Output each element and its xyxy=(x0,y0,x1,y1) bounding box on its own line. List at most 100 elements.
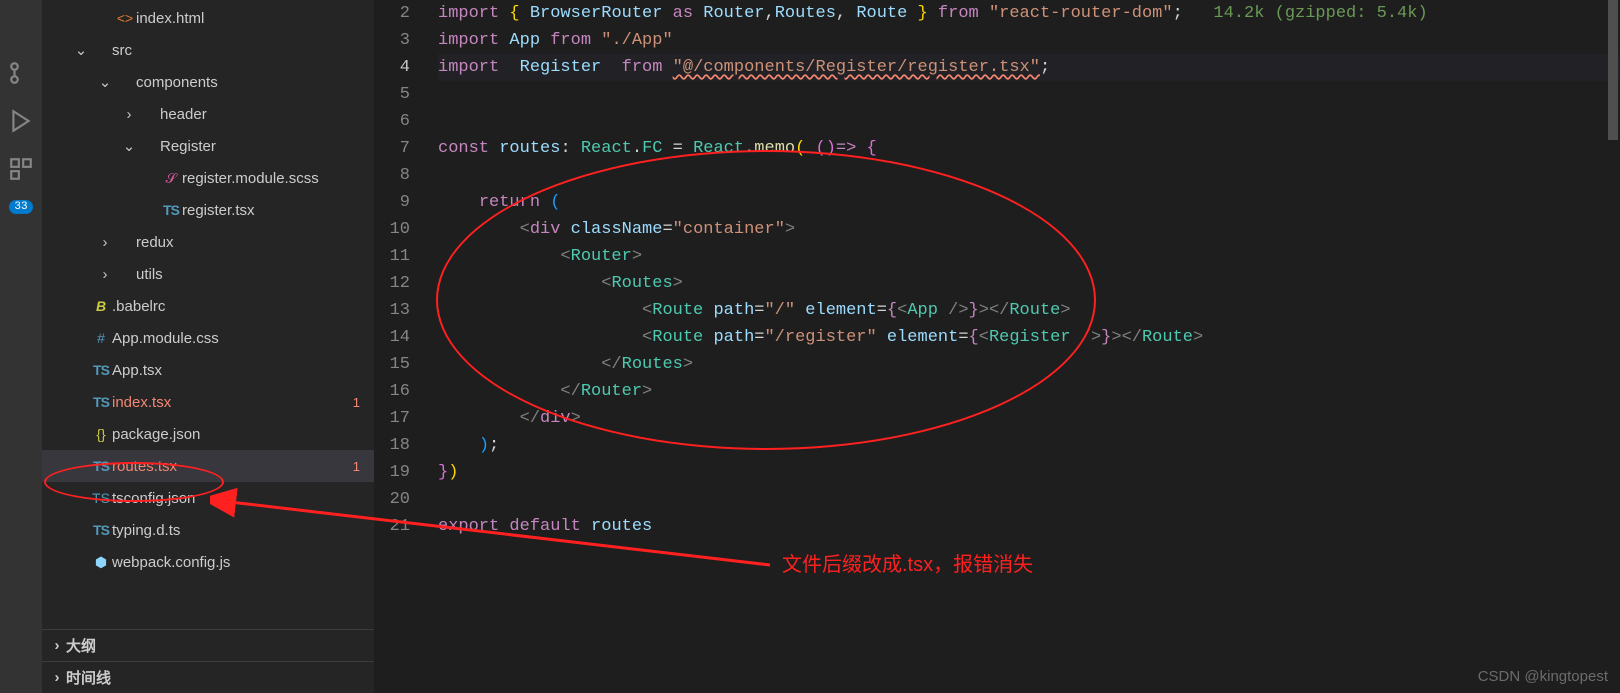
tree-item-label: redux xyxy=(136,234,374,251)
chevron-icon: ⌄ xyxy=(120,137,138,155)
code-line[interactable]: const routes: React.FC = React.memo( ()=… xyxy=(438,135,1620,162)
tree-item--babelrc[interactable]: B.babelrc xyxy=(42,290,374,322)
tree-item-label: App.tsx xyxy=(112,362,374,379)
scrollbar-thumb[interactable] xyxy=(1608,0,1618,140)
file-icon: B xyxy=(90,298,112,314)
tree-item-utils[interactable]: ›utils xyxy=(42,258,374,290)
code-line[interactable]: <Route path="/register" element={<Regist… xyxy=(438,324,1620,351)
tree-item-typing-d-ts[interactable]: TStyping.d.ts xyxy=(42,514,374,546)
activity-badge: 33 xyxy=(9,200,32,214)
file-icon: ⬢ xyxy=(90,554,112,571)
tree-item-label: src xyxy=(112,42,374,59)
code-line[interactable]: import App from "./App" xyxy=(438,27,1620,54)
file-icon: TS xyxy=(160,202,182,218)
chevron-icon: ⌄ xyxy=(96,73,114,91)
tree-item-label: typing.d.ts xyxy=(112,522,374,539)
code-line[interactable]: }) xyxy=(438,459,1620,486)
code-line[interactable]: <div className="container"> xyxy=(438,216,1620,243)
code-line[interactable] xyxy=(438,486,1620,513)
tree-item-label: Register xyxy=(160,138,374,155)
code-content[interactable]: import { BrowserRouter as Router,Routes,… xyxy=(438,0,1620,540)
code-line[interactable]: </Router> xyxy=(438,378,1620,405)
source-control-icon[interactable] xyxy=(8,60,34,86)
tree-item-label: routes.tsx xyxy=(112,458,353,475)
code-line[interactable]: import { BrowserRouter as Router,Routes,… xyxy=(438,0,1620,27)
line-number: 7 xyxy=(374,135,410,162)
tree-item-label: register.module.scss xyxy=(182,170,374,187)
file-icon: TS xyxy=(90,394,112,410)
file-tree[interactable]: <>index.html⌄src⌄components›header⌄Regis… xyxy=(42,0,374,629)
file-icon: # xyxy=(90,330,112,346)
tree-item-app-tsx[interactable]: TSApp.tsx xyxy=(42,354,374,386)
tree-item-redux[interactable]: › redux xyxy=(42,226,374,258)
tree-item-webpack-config-js[interactable]: ⬢webpack.config.js xyxy=(42,546,374,578)
debug-icon[interactable] xyxy=(8,108,34,134)
tree-item-components[interactable]: ⌄components xyxy=(42,66,374,98)
line-number: 14 xyxy=(374,324,410,351)
tree-item-register-tsx[interactable]: TSregister.tsx xyxy=(42,194,374,226)
line-number: 11 xyxy=(374,243,410,270)
problem-count: 1 xyxy=(353,459,374,474)
line-number: 12 xyxy=(374,270,410,297)
tree-item-label: package.json xyxy=(112,426,374,443)
tree-item-label: tsconfig.json xyxy=(112,490,374,507)
tree-item-header[interactable]: › header xyxy=(42,98,374,130)
chevron-icon: › xyxy=(48,637,66,654)
line-number: 13 xyxy=(374,297,410,324)
chevron-icon: › xyxy=(120,106,138,123)
file-icon: TS xyxy=(90,362,112,378)
code-line[interactable]: <Router> xyxy=(438,243,1620,270)
line-number: 10 xyxy=(374,216,410,243)
tree-item-label: webpack.config.js xyxy=(112,554,374,571)
code-line[interactable]: </Routes> xyxy=(438,351,1620,378)
tree-item-routes-tsx[interactable]: TSroutes.tsx1 xyxy=(42,450,374,482)
line-number: 8 xyxy=(374,162,410,189)
problem-count: 1 xyxy=(353,395,374,410)
chevron-icon: › xyxy=(96,234,114,251)
file-icon: <> xyxy=(114,10,136,26)
code-line[interactable]: </div> xyxy=(438,405,1620,432)
file-icon: 𝒮 xyxy=(160,170,182,187)
tree-item-label: index.html xyxy=(136,10,374,27)
tree-item-package-json[interactable]: {}package.json xyxy=(42,418,374,450)
outline-section-1[interactable]: ›时间线 xyxy=(42,661,374,693)
code-line[interactable]: ); xyxy=(438,432,1620,459)
code-line[interactable] xyxy=(438,108,1620,135)
code-line[interactable]: import Register from "@/components/Regis… xyxy=(438,54,1620,81)
line-number: 16 xyxy=(374,378,410,405)
line-number: 15 xyxy=(374,351,410,378)
outline-section-0[interactable]: ›大纲 xyxy=(42,629,374,661)
tree-item-index-html[interactable]: <>index.html xyxy=(42,2,374,34)
scrollbar[interactable] xyxy=(1606,0,1620,693)
outline-section-label: 大纲 xyxy=(66,635,96,656)
line-number: 20 xyxy=(374,486,410,513)
tree-item-register[interactable]: ⌄ Register xyxy=(42,130,374,162)
code-line[interactable]: export default routes xyxy=(438,513,1620,540)
code-line[interactable] xyxy=(438,81,1620,108)
line-number: 21 xyxy=(374,513,410,540)
code-line[interactable]: <Routes> xyxy=(438,270,1620,297)
line-number: 18 xyxy=(374,432,410,459)
tree-item-label: register.tsx xyxy=(182,202,374,219)
tree-item-index-tsx[interactable]: TSindex.tsx1 xyxy=(42,386,374,418)
tree-item-register-module-scss[interactable]: 𝒮register.module.scss xyxy=(42,162,374,194)
file-icon: {} xyxy=(90,426,112,442)
line-number: 17 xyxy=(374,405,410,432)
tree-item-src[interactable]: ⌄src xyxy=(42,34,374,66)
code-line[interactable] xyxy=(438,162,1620,189)
code-line[interactable]: <Route path="/" element={<App />}></Rout… xyxy=(438,297,1620,324)
line-number: 19 xyxy=(374,459,410,486)
code-line[interactable]: return ( xyxy=(438,189,1620,216)
line-number: 9 xyxy=(374,189,410,216)
line-number: 4 xyxy=(374,54,410,81)
tree-item-tsconfig-json[interactable]: TStsconfig.json xyxy=(42,482,374,514)
chevron-icon: › xyxy=(48,669,66,686)
extensions-icon[interactable] xyxy=(8,156,34,182)
tree-item-app-module-css[interactable]: #App.module.css xyxy=(42,322,374,354)
tree-item-label: header xyxy=(160,106,374,123)
chevron-icon: › xyxy=(96,266,114,283)
line-number: 6 xyxy=(374,108,410,135)
code-editor[interactable]: 23456789101112131415161718192021 import … xyxy=(374,0,1620,693)
watermark: CSDN @kingtopest xyxy=(1478,668,1608,685)
outline-section-label: 时间线 xyxy=(66,667,111,688)
